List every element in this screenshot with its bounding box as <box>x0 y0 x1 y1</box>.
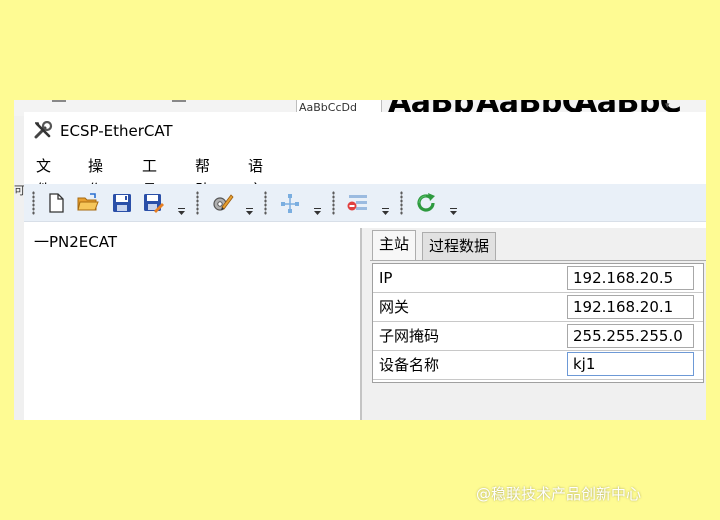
properties-panel: 主站 过程数据 IP 192.168.20.5 网关 192.168.20.1 … <box>370 228 706 420</box>
window-title: ECSP-EtherCAT <box>60 122 173 140</box>
property-label: 网关 <box>379 298 410 316</box>
property-label: IP <box>379 269 393 287</box>
refresh-icon[interactable] <box>414 191 438 215</box>
screen: AaBbCcDd AaBb AaBbC AaBbC ▾ 可 ECSP-Ether… <box>0 0 720 520</box>
toolbar-grip[interactable] <box>400 191 403 215</box>
add-node-dropdown-icon[interactable] <box>314 208 321 216</box>
tree-item-pn2ecat[interactable]: 一PN2ECAT <box>34 232 117 252</box>
watermark: @稳联技术产品创新中心 <box>476 485 642 503</box>
remove-node-icon[interactable] <box>346 191 370 215</box>
tab-content-master: IP 192.168.20.5 网关 192.168.20.1 子网掩码 255… <box>370 260 706 420</box>
property-row-ip: IP 192.168.20.5 <box>373 264 703 293</box>
remove-node-dropdown-icon[interactable] <box>382 208 389 216</box>
new-file-icon[interactable] <box>44 191 68 215</box>
tab-master[interactable]: 主站 <box>372 230 417 260</box>
subnet-mask-field[interactable]: 255.255.255.0 <box>567 324 694 348</box>
ip-field[interactable]: 192.168.20.5 <box>567 266 694 290</box>
background-left-edge: 可 <box>14 116 25 420</box>
property-grid: IP 192.168.20.5 网关 192.168.20.1 子网掩码 255… <box>372 263 704 383</box>
open-folder-icon[interactable] <box>76 191 100 215</box>
toolbar-grip[interactable] <box>264 191 267 215</box>
device-tree: 一PN2ECAT <box>24 228 362 420</box>
ribbon-dash <box>52 100 66 102</box>
save-as-icon[interactable] <box>142 191 166 215</box>
save-icon[interactable] <box>110 191 134 215</box>
save-dropdown-icon[interactable] <box>178 208 185 216</box>
device-name-field[interactable]: kj1 <box>567 352 694 376</box>
property-row-gateway: 网关 192.168.20.1 <box>373 293 703 322</box>
panel-splitter[interactable] <box>362 228 370 420</box>
chevron-down-icon[interactable]: ▾ <box>665 101 670 111</box>
settings-dropdown-icon[interactable] <box>246 208 253 216</box>
tools-icon <box>33 120 53 141</box>
settings-icon[interactable] <box>210 191 234 215</box>
title-bar: ECSP-EtherCAT <box>24 112 706 150</box>
refresh-dropdown-icon[interactable] <box>450 208 457 216</box>
toolbar-grip[interactable] <box>332 191 335 215</box>
gateway-field[interactable]: 192.168.20.1 <box>567 295 694 319</box>
app-window: ECSP-EtherCAT 文件 操作 工具 帮助 语言 <box>24 112 706 420</box>
add-node-icon[interactable] <box>278 191 302 215</box>
property-label: 子网掩码 <box>379 327 440 345</box>
toolbar-grip[interactable] <box>32 191 35 215</box>
property-label: 设备名称 <box>379 356 440 374</box>
property-row-device-name: 设备名称 kj1 <box>373 351 703 380</box>
toolbar <box>24 184 706 222</box>
toolbar-grip[interactable] <box>196 191 199 215</box>
tab-process-data[interactable]: 过程数据 <box>422 232 497 260</box>
property-row-subnet-mask: 子网掩码 255.255.255.0 <box>373 322 703 351</box>
ribbon-dash <box>172 100 186 102</box>
